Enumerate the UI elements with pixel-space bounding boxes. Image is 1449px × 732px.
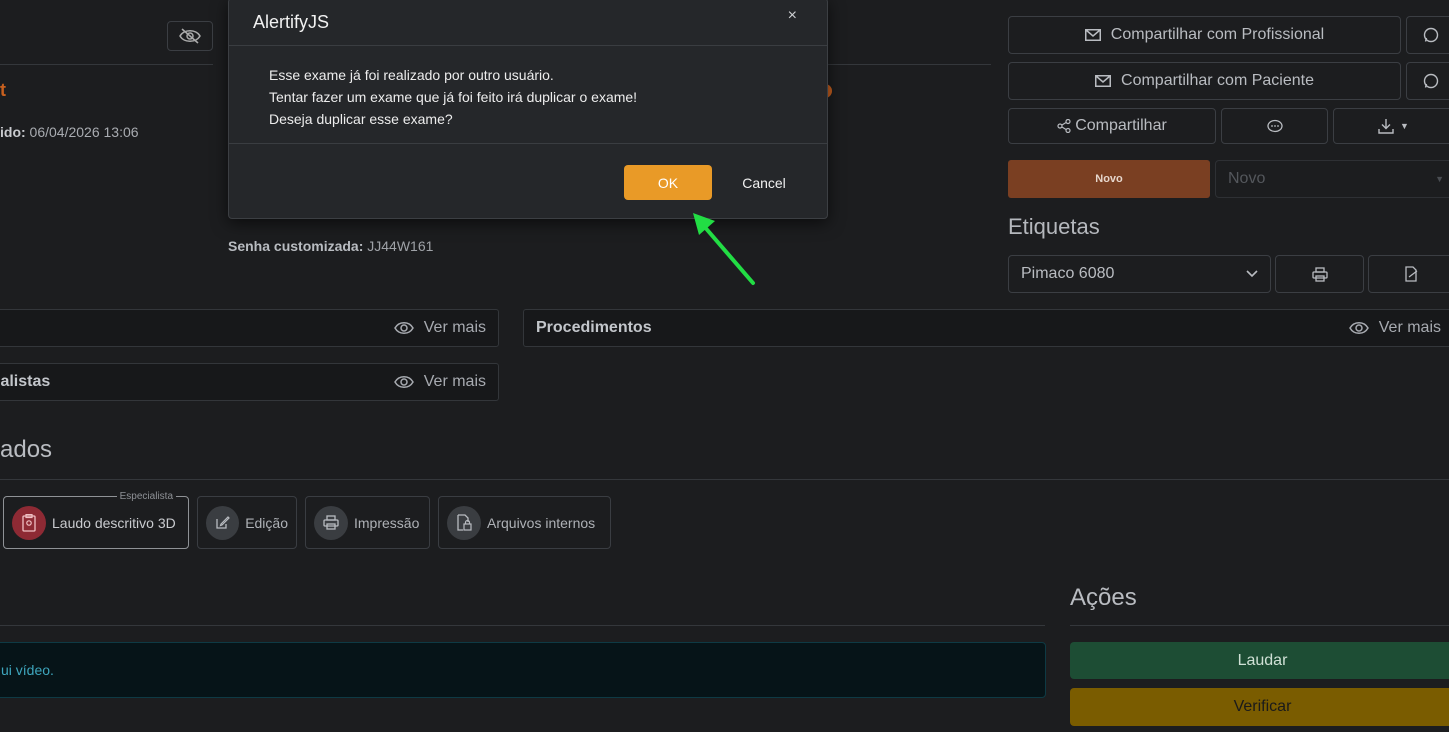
step-impressao[interactable]: Impressão [305, 496, 430, 549]
creation-label: ido: [0, 124, 26, 140]
procedures-title: Procedimentos [536, 319, 652, 336]
procedures-panel: Procedimentos Ver mais [523, 309, 1449, 347]
label-format-value: Pimaco 6080 [1021, 265, 1115, 282]
dialog-line: Deseja duplicar esse exame? [269, 111, 453, 127]
cancel-label: Cancel [742, 174, 786, 191]
divider [1070, 625, 1449, 626]
specialists-ver-mais-link[interactable]: Ver mais [393, 373, 486, 391]
laudar-label: Laudar [1237, 651, 1288, 669]
printer-icon [1311, 266, 1328, 282]
eye-icon [393, 376, 414, 388]
dialog-line: Tentar fazer um exame que já foi feito i… [269, 89, 638, 105]
close-icon[interactable]: × [788, 7, 797, 25]
whatsapp-icon [1423, 27, 1439, 43]
edit-label-button[interactable] [1368, 255, 1449, 293]
specialist-tag: Especialista [116, 491, 176, 502]
creation-value: 06/04/2026 13:06 [29, 124, 139, 140]
step-laudo-descritivo[interactable]: Especialista Laudo descritivo 3D [3, 491, 189, 549]
confirm-dialog: AlertifyJS × Esse exame já foi realizado… [228, 0, 828, 219]
section-title: ados [0, 436, 53, 463]
print-label-button[interactable] [1275, 255, 1364, 293]
whatsapp-icon [1423, 73, 1439, 89]
procedures-ver-mais-link[interactable]: Ver mais [1348, 319, 1441, 337]
cancel-button[interactable]: Cancel [729, 165, 799, 200]
share-patient-label: Compartilhar com Paciente [1121, 72, 1314, 89]
comment-button[interactable] [1221, 108, 1328, 144]
envelope-icon [1095, 75, 1112, 87]
creation-date: ido: 06/04/2026 13:06 [0, 124, 139, 140]
whatsapp-patient-button[interactable] [1406, 62, 1449, 100]
share-professional-label: Compartilhar com Profissional [1110, 26, 1325, 43]
step-label: Edição [245, 514, 288, 531]
dialog-line: Esse exame já foi realizado por outro us… [269, 67, 554, 83]
chevron-down-icon: ▼ [1435, 174, 1444, 184]
whatsapp-professional-button[interactable] [1406, 16, 1449, 54]
actions-title: Ações [1070, 584, 1137, 611]
ok-button[interactable]: OK [624, 165, 712, 200]
status-select[interactable]: Novo ▼ [1215, 160, 1449, 198]
divider [0, 64, 213, 65]
verificar-button[interactable]: Verificar [1070, 688, 1449, 726]
left-top-panel: Ver mais [0, 309, 499, 347]
custom-password-label: Senha customizada: [228, 238, 364, 254]
status-select-value: Novo [1228, 170, 1266, 187]
video-info-alert: ui vídeo. [0, 642, 1046, 698]
left-top-ver-mais-link[interactable]: Ver mais [393, 319, 486, 337]
dialog-header: AlertifyJS [229, 0, 827, 46]
video-info-text: ui vídeo. [1, 662, 54, 678]
share-professional-button[interactable]: Compartilhar com Profissional [1008, 16, 1401, 54]
step-edicao[interactable]: Edição [197, 496, 297, 549]
laudar-button[interactable]: Laudar [1070, 642, 1449, 679]
report-icon [12, 505, 46, 540]
custom-password-value: JJ44W161 [367, 238, 434, 254]
eye-icon [393, 322, 414, 334]
file-signature-icon [1405, 266, 1418, 282]
download-icon [1378, 119, 1394, 134]
ver-mais-label: Ver mais [423, 373, 486, 390]
dialog-body: Esse exame já foi realizado por outro us… [229, 46, 827, 144]
ok-label: OK [657, 174, 679, 191]
annotation-arrow-icon [693, 213, 755, 285]
verificar-label: Verificar [1233, 698, 1292, 715]
divider [828, 64, 991, 65]
download-dropdown-button[interactable]: ▼ [1333, 108, 1449, 144]
divider [0, 479, 1449, 480]
share-label: Compartilhar [1075, 117, 1167, 134]
edit-icon [206, 505, 240, 540]
ver-mais-label: Ver mais [1378, 319, 1441, 336]
specialists-panel: ialistas Ver mais [0, 363, 499, 401]
labels-title: Etiquetas [1008, 214, 1100, 239]
specialists-title: ialistas [0, 373, 51, 390]
label-format-select[interactable]: Pimaco 6080 [1008, 255, 1271, 293]
chat-bubble-icon [1266, 119, 1283, 132]
step-label: Impressão [354, 514, 420, 531]
status-badge: Novo [1008, 160, 1210, 198]
eye-slash-icon [179, 28, 201, 44]
share-icon [1057, 119, 1071, 133]
envelope-icon [1084, 29, 1101, 41]
partial-title: t [0, 80, 6, 100]
file-lock-icon [447, 505, 481, 540]
share-patient-button[interactable]: Compartilhar com Paciente [1008, 62, 1401, 100]
dialog-title: AlertifyJS [253, 11, 330, 32]
printer-icon [314, 505, 348, 540]
eye-icon [1348, 322, 1369, 334]
divider [0, 625, 1045, 626]
step-label: Arquivos internos [487, 514, 596, 531]
step-label: Laudo descritivo 3D [52, 514, 176, 531]
chevron-down-icon [1246, 270, 1258, 278]
step-arquivos-internos[interactable]: Arquivos internos [438, 496, 611, 549]
ver-mais-label: Ver mais [423, 319, 486, 336]
hide-toggle-button[interactable] [167, 21, 213, 51]
caret-down-icon: ▼ [1400, 121, 1409, 131]
share-button[interactable]: Compartilhar [1008, 108, 1216, 144]
custom-password: Senha customizada: JJ44W161 [228, 238, 433, 254]
status-badge-label: Novo [1095, 173, 1123, 185]
